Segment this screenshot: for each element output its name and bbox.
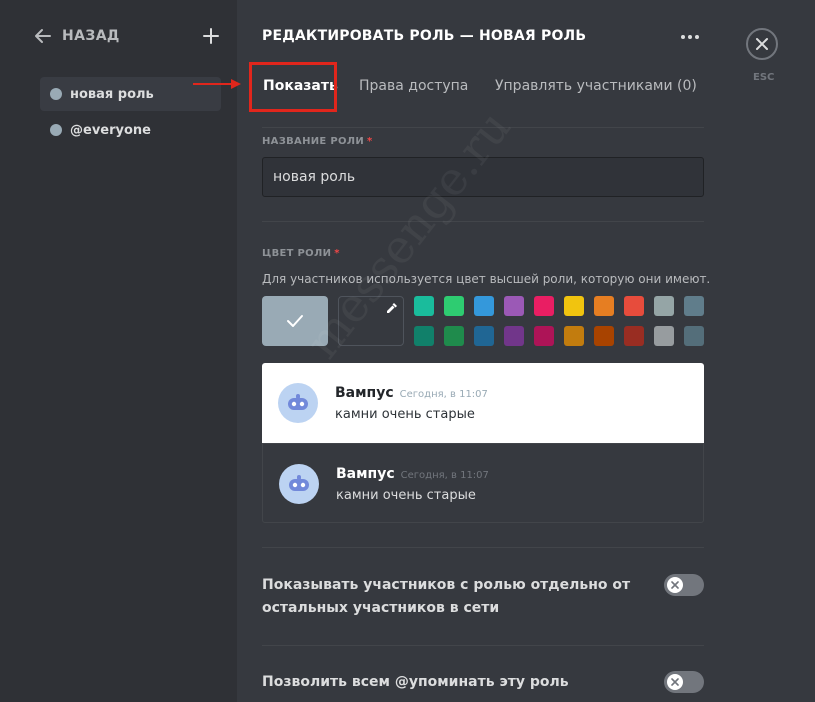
sidebar-role-everyone[interactable]: @everyone [40, 113, 221, 147]
role-color-dot [50, 124, 62, 136]
check-icon [287, 315, 303, 327]
color-swatch[interactable] [444, 326, 464, 346]
color-swatch[interactable] [474, 326, 494, 346]
color-swatch[interactable] [654, 326, 674, 346]
back-label: НАЗАД [62, 28, 120, 44]
color-swatch[interactable] [504, 326, 524, 346]
color-swatch[interactable] [594, 326, 614, 346]
divider [262, 221, 704, 222]
back-button[interactable]: НАЗАД [34, 27, 120, 45]
tab-manage-members[interactable]: Управлять участниками (0) [495, 78, 697, 94]
role-color-description: Для участников используется цвет высшей … [262, 272, 711, 286]
message-timestamp: Сегодня, в 11:07 [399, 389, 488, 400]
wumpus-icon [288, 394, 308, 410]
role-name-label: НАЗВАНИЕ РОЛИ * [262, 136, 373, 147]
add-role-icon[interactable] [202, 27, 220, 45]
color-swatch[interactable] [594, 296, 614, 316]
color-swatch[interactable] [684, 326, 704, 346]
color-swatch[interactable] [624, 326, 644, 346]
divider [262, 127, 704, 128]
pipette-icon [387, 303, 397, 313]
divider [262, 547, 704, 548]
role-name-input[interactable] [262, 157, 704, 197]
tab-highlight-box [249, 62, 337, 112]
toggle-display-separately[interactable] [664, 574, 704, 596]
color-swatch[interactable] [414, 326, 434, 346]
role-editor: РЕДАКТИРОВАТЬ РОЛЬ — НОВАЯ РОЛЬ ESC Пока… [237, 0, 815, 702]
role-color-dot [50, 88, 62, 100]
color-swatch[interactable] [504, 296, 524, 316]
role-label: новая роль [70, 86, 154, 102]
color-swatch[interactable] [414, 296, 434, 316]
message-preview-dark: Вампус Сегодня, в 11:07 камни очень стары… [262, 443, 704, 523]
avatar [279, 464, 319, 504]
annotation-arrow-icon [193, 79, 241, 89]
message-author: Вампус Сегодня, в 11:07 [336, 466, 489, 482]
role-label: @everyone [70, 122, 151, 138]
toggle-knob [667, 674, 683, 690]
arrow-left-icon [35, 29, 51, 43]
color-swatch[interactable] [534, 326, 554, 346]
message-text: камни очень старые [336, 488, 476, 503]
color-swatch[interactable] [474, 296, 494, 316]
color-swatch[interactable] [444, 296, 464, 316]
custom-color-swatch[interactable] [338, 296, 404, 346]
close-button[interactable] [746, 28, 778, 60]
setting-display-separately-label: Показывать участников с ролью отдельно о… [262, 577, 631, 616]
toggle-knob [667, 577, 683, 593]
tab-permissions[interactable]: Права доступа [359, 78, 468, 94]
toggle-mentionable[interactable] [664, 671, 704, 693]
x-icon [671, 678, 679, 686]
wumpus-icon [289, 475, 309, 491]
more-options-icon[interactable] [681, 29, 703, 45]
setting-mentionable-label: Позволить всем @упоминать эту роль [262, 674, 569, 690]
default-color-swatch[interactable] [262, 296, 328, 346]
x-icon [671, 581, 679, 589]
color-swatch[interactable] [624, 296, 644, 316]
divider [262, 645, 704, 646]
page-title: РЕДАКТИРОВАТЬ РОЛЬ — НОВАЯ РОЛЬ [262, 28, 587, 44]
sidebar: НАЗАД новая роль @everyone [0, 0, 237, 702]
message-timestamp: Сегодня, в 11:07 [400, 470, 489, 481]
color-swatch[interactable] [684, 296, 704, 316]
color-swatch[interactable] [654, 296, 674, 316]
message-preview-light: Вампус Сегодня, в 11:07 камни очень стары… [262, 363, 704, 443]
message-author: Вампус Сегодня, в 11:07 [335, 385, 488, 401]
color-swatch[interactable] [534, 296, 554, 316]
color-swatch[interactable] [564, 326, 584, 346]
role-color-label: ЦВЕТ РОЛИ * [262, 248, 340, 259]
color-swatch[interactable] [564, 296, 584, 316]
message-text: камни очень старые [335, 407, 475, 422]
esc-label: ESC [753, 72, 775, 83]
avatar [278, 383, 318, 423]
close-icon [756, 38, 768, 50]
